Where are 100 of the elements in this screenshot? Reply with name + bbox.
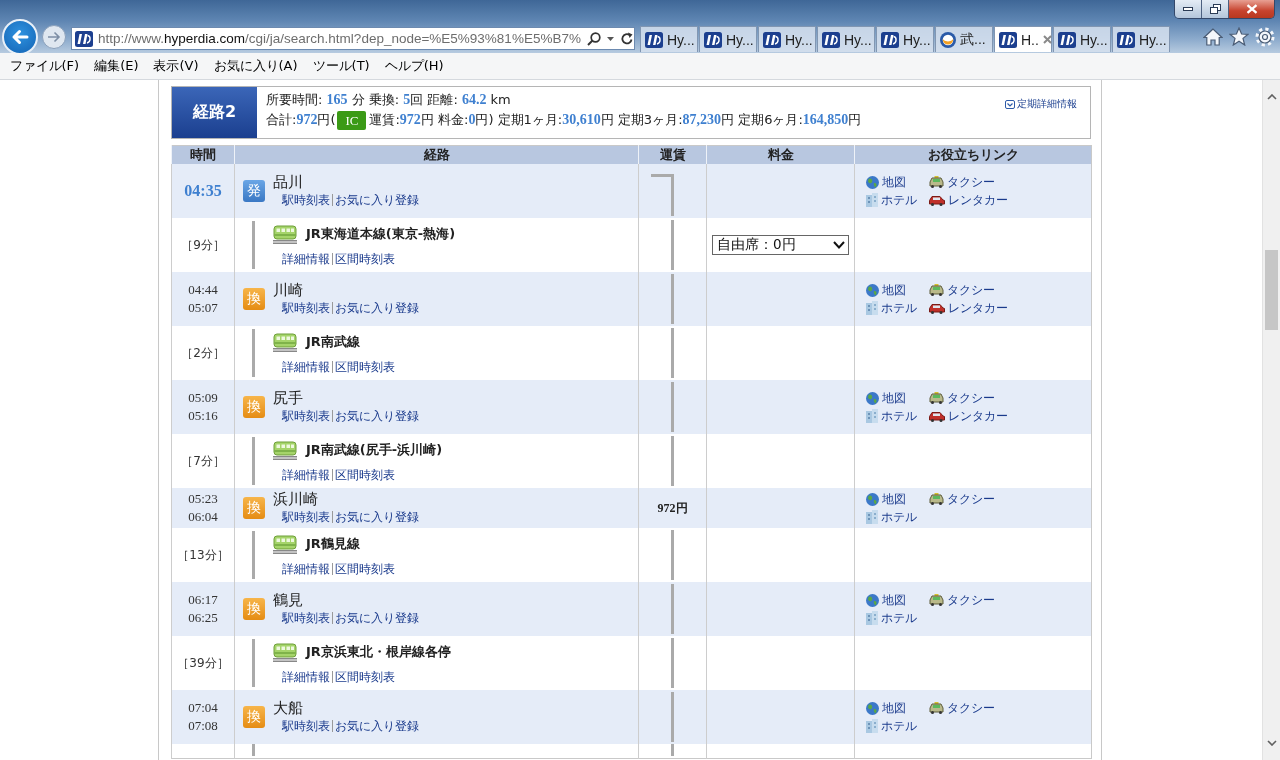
browser-tab[interactable]: H.. (994, 26, 1052, 52)
hotel-link[interactable]: ホテル (866, 609, 917, 627)
rental-car-link[interactable]: レンタカー (929, 299, 1008, 317)
time-text: 05:23 (188, 490, 218, 508)
menu-item[interactable]: ファイル(F) (2, 55, 87, 77)
menu-item[interactable]: ヘルプ(H) (377, 55, 452, 77)
train-info-link[interactable]: 詳細情報 (282, 358, 330, 376)
route-line (252, 329, 255, 377)
browser-tab[interactable]: 武... (935, 26, 993, 52)
station-link[interactable]: お気に入り登録 (335, 299, 419, 317)
train-info-link[interactable]: 区間時刻表 (335, 466, 395, 484)
pass-details-link[interactable]: 定期詳細情報 (1005, 97, 1077, 111)
building-icon (866, 510, 878, 524)
station-link[interactable]: お気に入り登録 (335, 717, 419, 735)
station-link[interactable]: 駅時刻表 (282, 299, 330, 317)
settings-icon[interactable] (1255, 26, 1275, 47)
browser-tab[interactable]: Hy... (758, 26, 816, 52)
star-icon[interactable] (1229, 27, 1249, 46)
globe-icon (866, 175, 879, 189)
station-link[interactable]: お気に入り登録 (335, 191, 419, 209)
browser-tab[interactable]: Hy... (1053, 26, 1111, 52)
train-line-name: JR南武線(尻手-浜川崎) (306, 441, 443, 459)
train-line-name: JR鶴見線 (306, 535, 360, 553)
scrollbar-thumb[interactable] (1265, 250, 1278, 330)
taxi-link[interactable]: タクシー (929, 281, 995, 299)
hotel-link[interactable]: ホテル (866, 407, 917, 425)
map-link[interactable]: 地図 (866, 173, 906, 191)
menu-item[interactable]: 表示(V) (146, 55, 207, 77)
minimize-button[interactable] (1175, 0, 1202, 18)
browser-tab[interactable]: Hy... (699, 26, 757, 52)
back-button[interactable] (2, 18, 38, 55)
rental-car-link[interactable]: レンタカー (929, 407, 1008, 425)
column-header: 時間 (171, 145, 235, 164)
train-info-link[interactable]: 区間時刻表 (335, 250, 395, 268)
forward-button[interactable] (42, 24, 66, 49)
train-info-link[interactable]: 区間時刻表 (335, 560, 395, 578)
train-info-link[interactable]: 区間時刻表 (335, 668, 395, 686)
search-icon[interactable] (586, 31, 601, 46)
logo-icon (75, 30, 93, 47)
train-info-link[interactable]: 区間時刻表 (335, 358, 395, 376)
browser-tab[interactable]: Hy... (876, 26, 934, 52)
map-link[interactable]: 地図 (866, 699, 906, 717)
station-link[interactable]: 駅時刻表 (282, 407, 330, 425)
taxi-link[interactable]: タクシー (929, 699, 995, 717)
logo-icon (1058, 31, 1076, 48)
taxi-link[interactable]: タクシー (929, 389, 995, 407)
fare-amount: 972円 (656, 499, 689, 517)
browser-tab[interactable]: Hy... (1112, 26, 1170, 52)
map-link[interactable]: 地図 (866, 389, 906, 407)
seat-fare-select[interactable]: 自由席：0円 (712, 235, 849, 255)
home-icon[interactable] (1203, 27, 1223, 46)
hotel-link[interactable]: ホテル (866, 717, 917, 735)
browser-tab[interactable]: Hy... (817, 26, 875, 52)
time-text: 07:04 (188, 699, 218, 717)
close-icon[interactable] (1042, 35, 1052, 44)
taxi-link[interactable]: タクシー (929, 591, 995, 609)
station-link[interactable]: 駅時刻表 (282, 717, 330, 735)
chevron-down-icon (833, 241, 845, 249)
train-icon (273, 642, 297, 662)
taxi-icon (929, 594, 944, 606)
chevron-up-icon (1266, 94, 1277, 100)
train-info-link[interactable]: 詳細情報 (282, 250, 330, 268)
duration-text: ［13分］ (176, 546, 230, 564)
map-link[interactable]: 地図 (866, 591, 906, 609)
hotel-link[interactable]: ホテル (866, 299, 917, 317)
train-info-link[interactable]: 詳細情報 (282, 668, 330, 686)
refresh-icon[interactable] (619, 31, 634, 46)
station-link[interactable]: お気に入り登録 (335, 508, 419, 526)
taxi-link[interactable]: タクシー (929, 173, 995, 191)
station-link[interactable]: 駅時刻表 (282, 191, 330, 209)
hotel-link[interactable]: ホテル (866, 508, 917, 526)
station-name: 鶴見 (273, 591, 304, 609)
menu-item[interactable]: お気に入り(A) (206, 55, 306, 77)
address-field[interactable]: http://www.hyperdia.com/cgi/ja/search.html?dep_node=%E5%93%81%E5%B7% (71, 27, 635, 50)
map-link[interactable]: 地図 (866, 490, 906, 508)
taxi-icon (929, 702, 944, 714)
rental-car-link[interactable]: レンタカー (929, 191, 1008, 209)
caret-icon[interactable] (606, 36, 614, 41)
station-link[interactable]: お気に入り登録 (335, 407, 419, 425)
close-button[interactable] (1229, 0, 1274, 18)
station-link[interactable]: 駅時刻表 (282, 508, 330, 526)
minimize-icon (1183, 7, 1193, 11)
station-name: 浜川崎 (273, 490, 319, 508)
ic-card-badge: IC (337, 110, 367, 130)
station-link[interactable]: お気に入り登録 (335, 609, 419, 627)
taxi-link[interactable]: タクシー (929, 490, 995, 508)
restore-button[interactable] (1202, 0, 1229, 18)
browser-tab[interactable]: Hy... (640, 26, 698, 52)
map-link[interactable]: 地図 (866, 281, 906, 299)
menu-item[interactable]: 編集(E) (86, 55, 146, 77)
transfer-badge: 換 (243, 396, 265, 418)
train-info-link[interactable]: 詳細情報 (282, 560, 330, 578)
hotel-link[interactable]: ホテル (866, 191, 917, 209)
arrow-right-icon (47, 30, 61, 43)
train-icon (273, 332, 297, 352)
time-text: 05:16 (188, 407, 218, 425)
train-info-link[interactable]: 詳細情報 (282, 466, 330, 484)
station-link[interactable]: 駅時刻表 (282, 609, 330, 627)
train-icon (273, 440, 297, 460)
menu-item[interactable]: ツール(T) (305, 55, 378, 77)
